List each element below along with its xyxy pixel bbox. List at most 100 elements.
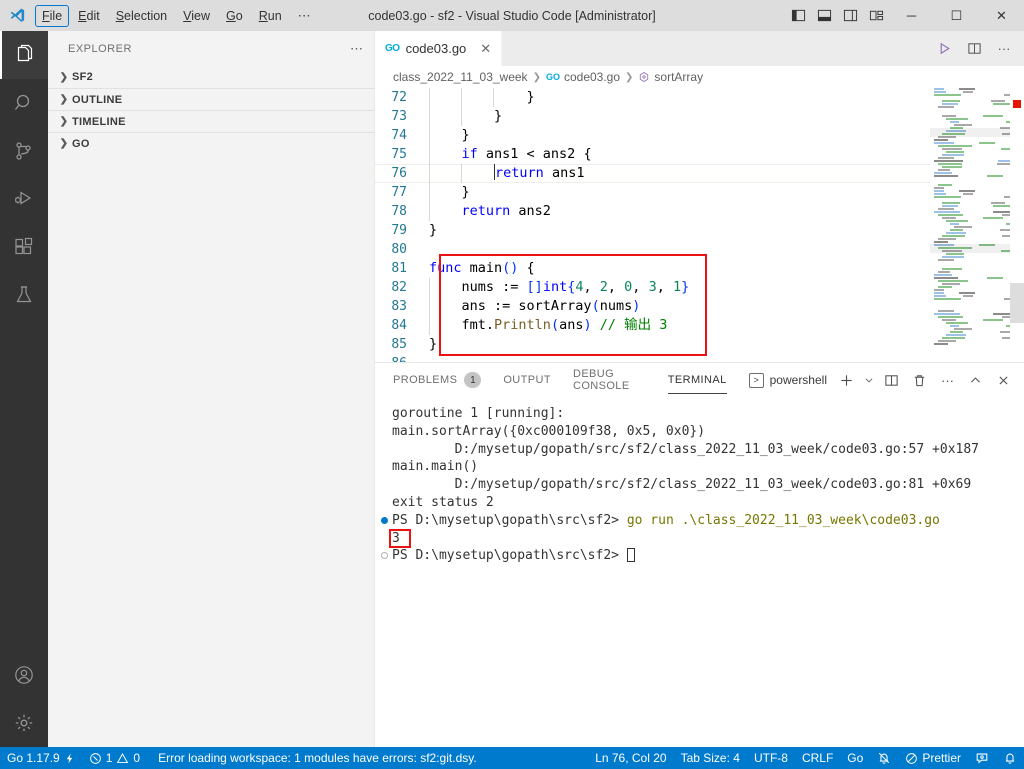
menu-go[interactable]: Go — [219, 5, 250, 27]
code-line[interactable]: 85} — [375, 335, 1024, 354]
minimap-row — [930, 151, 1010, 153]
minimap-row — [930, 154, 1010, 156]
toggle-secondary-sidebar-icon[interactable] — [837, 3, 863, 29]
code-line[interactable]: 74 } — [375, 126, 1024, 145]
activity-testing[interactable] — [0, 271, 48, 319]
menu-run[interactable]: Run — [252, 5, 289, 27]
activity-extensions[interactable] — [0, 223, 48, 271]
run-code-icon[interactable] — [930, 31, 958, 66]
code-line[interactable]: 83 ans := sortArray(nums) — [375, 297, 1024, 316]
chevron-down-icon[interactable] — [862, 367, 876, 393]
activity-source-control[interactable] — [0, 127, 48, 175]
code-line[interactable]: 84 fmt.Println(ans) // 输出 3 — [375, 316, 1024, 335]
code-line[interactable]: 75 if ans1 < ans2 { — [375, 145, 1024, 164]
code-line[interactable]: 80 — [375, 240, 1024, 259]
status-encoding[interactable]: UTF-8 — [747, 747, 795, 769]
activity-accounts[interactable] — [0, 651, 48, 699]
minimap-row — [930, 331, 1010, 333]
layout-controls[interactable] — [785, 3, 889, 29]
close-icon[interactable]: ✕ — [480, 41, 491, 57]
menu-selection[interactable]: Selection — [109, 5, 174, 27]
vscode-window: File Edit Selection View Go Run ⋯ code03… — [0, 0, 1024, 769]
sidebar-item-timeline[interactable]: ❯ TIMELINE — [48, 110, 374, 132]
split-editor-icon[interactable] — [960, 31, 988, 66]
tab-output[interactable]: OUTPUT — [503, 363, 551, 397]
activity-run-and-debug[interactable] — [0, 175, 48, 223]
new-terminal-icon[interactable] — [834, 367, 859, 393]
status-language-mode[interactable]: Go — [840, 747, 870, 769]
tab-problems[interactable]: PROBLEMS 1 — [393, 363, 482, 397]
tab-terminal[interactable]: TERMINAL — [667, 363, 727, 397]
split-terminal-icon[interactable] — [879, 367, 904, 393]
menu-edit[interactable]: Edit — [71, 5, 107, 27]
status-gopls[interactable] — [870, 747, 898, 769]
line-number: 84 — [391, 318, 407, 333]
tab-code03-go[interactable]: GO code03.go ✕ — [375, 31, 503, 66]
more-actions-icon[interactable]: ··· — [990, 31, 1018, 66]
close-button[interactable]: ✕ — [979, 0, 1024, 31]
status-feedback[interactable] — [968, 747, 996, 769]
status-eol[interactable]: CRLF — [795, 747, 840, 769]
toggle-primary-sidebar-icon[interactable] — [785, 3, 811, 29]
code-line[interactable]: 86 — [375, 354, 1024, 362]
status-notifications[interactable] — [996, 747, 1024, 769]
more-actions-icon[interactable]: ··· — [935, 367, 960, 393]
menu-bar[interactable]: File Edit Selection View Go Run ⋯ — [34, 0, 320, 31]
status-go-version[interactable]: Go 1.17.9 — [0, 747, 82, 769]
customize-layout-icon[interactable] — [863, 3, 889, 29]
code-editor[interactable]: 72 } 73 } 74 } 75 if ans1 < ans2 {76 return… — [375, 88, 1024, 362]
tab-label: DEBUG CONSOLE — [572, 368, 630, 392]
maximize-button[interactable]: ☐ — [934, 0, 979, 31]
tab-debug-console[interactable]: DEBUG CONSOLE — [573, 363, 646, 397]
code-line[interactable]: 78 return ans2 — [375, 202, 1024, 221]
code-line[interactable]: 76 return ans1 — [375, 164, 1024, 183]
sidebar-item-outline[interactable]: ❯ OUTLINE — [48, 88, 374, 110]
sidebar-item-sf2[interactable]: ❯ SF2 — [48, 66, 374, 88]
sidebar-more-actions-icon[interactable]: ⋯ — [350, 41, 364, 57]
overview-slider[interactable] — [1010, 283, 1024, 323]
menu-view[interactable]: View — [176, 5, 217, 27]
terminal-line: D:/mysetup/gopath/src/sf2/class_2022_11_… — [375, 441, 1024, 459]
status-cursor-position[interactable]: Ln 76, Col 20 — [588, 747, 673, 769]
code-line[interactable]: 82 nums := []int{4, 2, 0, 3, 1} — [375, 278, 1024, 297]
terminal-output[interactable]: goroutine 1 [running]: main.sortArray({0x… — [375, 397, 1024, 747]
maximize-panel-icon[interactable] — [963, 367, 988, 393]
panel-tabs[interactable]: PROBLEMS 1 OUTPUT DEBUG CONSOLE TERMINAL — [375, 363, 1024, 397]
code-line[interactable]: 81 func main() { — [375, 259, 1024, 278]
breadcrumb[interactable]: class_2022_11_03_week ❯ GO code03.go ❯ s… — [375, 66, 1024, 88]
activity-settings[interactable] — [0, 699, 48, 747]
breadcrumb-symbol[interactable]: sortArray — [638, 70, 703, 84]
minimap[interactable] — [930, 88, 1010, 362]
minimize-button[interactable]: ─ — [889, 0, 934, 31]
status-workspace-error[interactable]: Error loading workspace: 1 modules have … — [147, 747, 477, 769]
terminal-selector[interactable]: > powershell — [748, 372, 831, 388]
code-line[interactable]: 72 } — [375, 88, 1024, 107]
sidebar-item-go[interactable]: ❯ GO — [48, 132, 374, 154]
code-lines[interactable]: 72 } 73 } 74 } 75 if ans1 < ans2 {76 return… — [375, 88, 1024, 362]
activity-bar — [0, 31, 48, 747]
menu-file[interactable]: File — [35, 4, 70, 27]
breadcrumb-file[interactable]: GO code03.go — [546, 70, 620, 84]
status-indentation[interactable]: Tab Size: 4 — [674, 747, 747, 769]
minimap-content — [930, 88, 1010, 345]
menu-overflow-icon[interactable]: ⋯ — [290, 5, 320, 27]
close-panel-icon[interactable] — [991, 367, 1016, 393]
minimap-row — [930, 301, 1010, 303]
terminal-program-output: 3 — [392, 530, 400, 546]
status-problems[interactable]: 1 0 — [82, 747, 147, 769]
toggle-panel-icon[interactable] — [811, 3, 837, 29]
breadcrumb-folder[interactable]: class_2022_11_03_week — [393, 70, 528, 84]
window-controls[interactable]: ─ ☐ ✕ — [889, 0, 1024, 31]
overview-ruler[interactable] — [1010, 88, 1024, 362]
kill-terminal-icon[interactable] — [907, 367, 932, 393]
activity-explorer[interactable] — [0, 31, 48, 79]
code-line[interactable]: 73 } — [375, 107, 1024, 126]
code-line-content: } — [429, 222, 438, 238]
minimap-row — [930, 307, 1010, 309]
line-number: 72 — [391, 90, 407, 105]
code-line[interactable]: 77 } — [375, 183, 1024, 202]
code-line[interactable]: 79} — [375, 221, 1024, 240]
status-prettier[interactable]: Prettier — [898, 747, 968, 769]
activity-search[interactable] — [0, 79, 48, 127]
indent-guide — [429, 145, 430, 164]
